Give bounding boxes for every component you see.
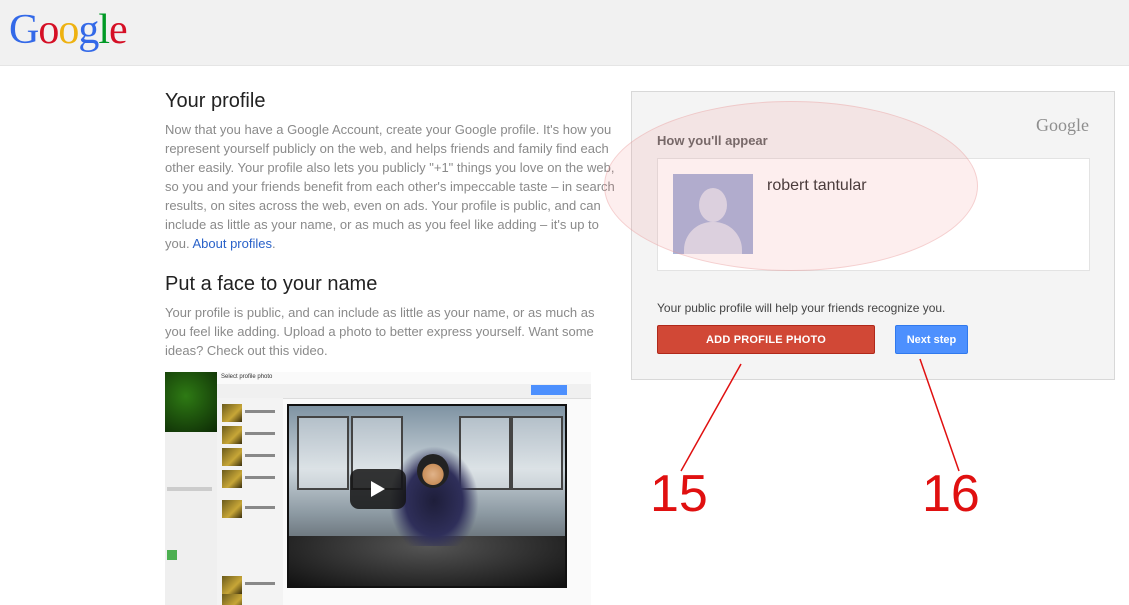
profile-preview-card: Google How you'll appear robert tantular… [631,91,1115,380]
video-side-column [165,432,217,605]
person-icon [699,188,727,222]
profile-description: Now that you have a Google Account, crea… [165,122,615,251]
video-frame-skydiver [287,404,567,588]
about-profiles-link[interactable]: About profiles [192,236,272,251]
logo-letter: l [98,7,110,53]
video-thumbnail-list [217,398,283,605]
logo-letter: g [78,7,99,53]
video-green-thumbnail [165,372,217,432]
play-button[interactable] [350,469,406,509]
annotation-line-15 [680,363,742,472]
next-step-button[interactable]: Next step [895,325,968,354]
profile-body-text: Now that you have a Google Account, crea… [165,122,615,251]
user-name: robert tantular [767,177,867,194]
top-bar: Google [0,0,1129,66]
video-blue-button [531,385,567,395]
logo-letter: e [109,7,128,53]
avatar [673,174,753,254]
add-profile-photo-button[interactable]: ADD PROFILE PHOTO [657,325,875,354]
logo-letter: o [38,7,59,53]
face-description: Your profile is public, and can include … [165,305,595,358]
logo-letter: o [58,7,79,53]
profile-title: Your profile [165,90,266,112]
how-you-appear-label: How you'll appear [657,133,768,148]
google-logo[interactable]: Google [9,6,128,54]
play-icon [371,481,385,497]
profile-preview-box: robert tantular [657,158,1090,271]
video-panel-title: Select profile photo [221,374,273,380]
logo-letter: G [9,7,39,53]
annotation-label-16: 16 [922,465,980,523]
card-google-logo: Google [1036,115,1089,135]
face-title: Put a face to your name [165,273,378,295]
annotation-label-15: 15 [650,465,708,523]
help-text: Your public profile will help your frien… [657,301,946,315]
intro-section: Your profile Now that you have a Google … [165,88,615,360]
